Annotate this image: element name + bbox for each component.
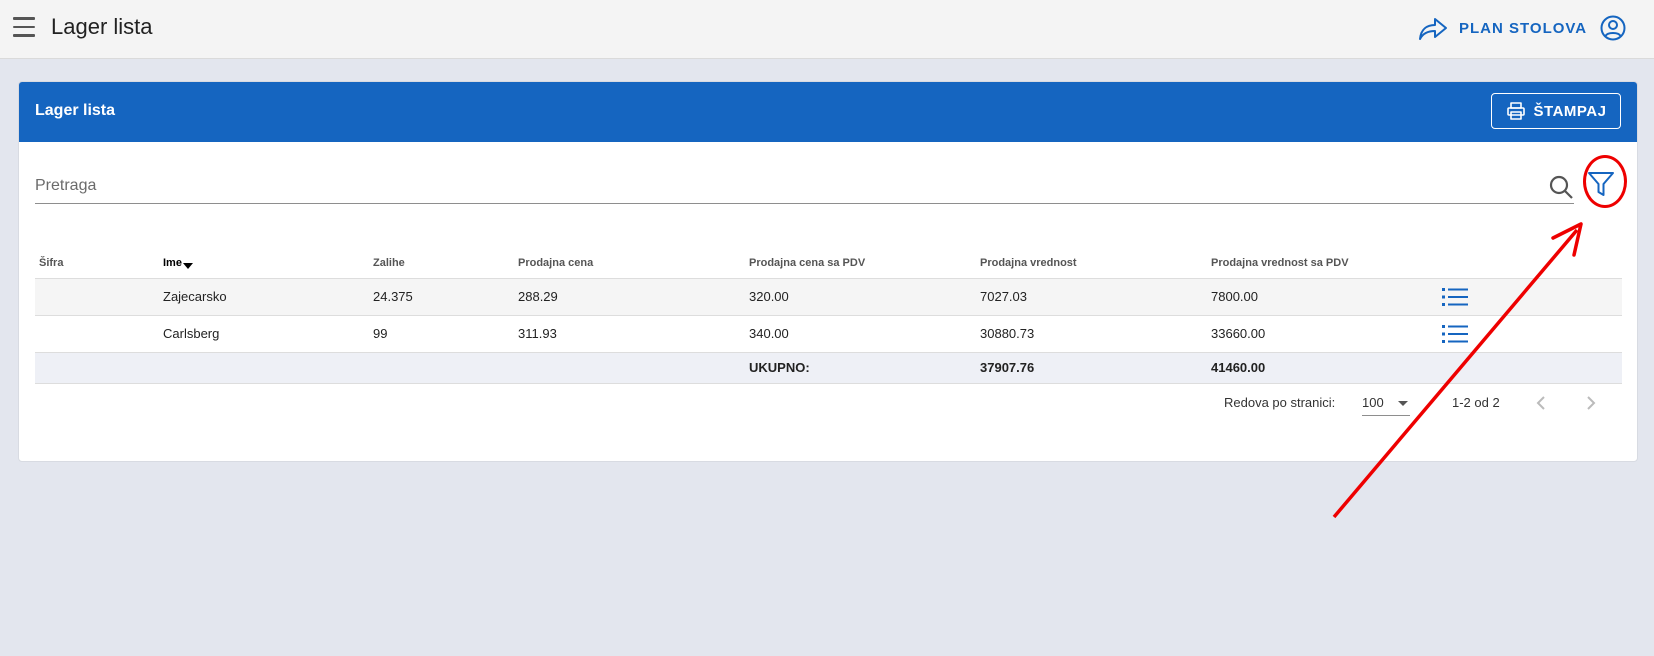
cell-vrednost: 7027.03 (976, 278, 1207, 316)
total-row: UKUPNO: 37907.76 41460.00 (35, 352, 1622, 384)
cell-sifra (35, 315, 159, 353)
cell-cena-pdv: 340.00 (745, 315, 976, 353)
cell-vrednost: 30880.73 (976, 315, 1207, 353)
sort-desc-icon (182, 262, 193, 269)
printer-icon (1506, 102, 1525, 120)
page-range: 1-2 od 2 (1452, 395, 1500, 410)
col-prodajna-vrednost-pdv[interactable]: Prodajna vrednost sa PDV (1207, 248, 1438, 279)
cell-zalihe: 99 (369, 315, 514, 353)
col-prodajna-vrednost[interactable]: Prodajna vrednost (976, 248, 1207, 279)
chevron-right-icon[interactable] (1579, 391, 1603, 415)
plan-stolova-button[interactable]: PLAN STOLOVA (1418, 13, 1587, 43)
search-field (35, 170, 1574, 204)
total-vrednost: 37907.76 (976, 352, 1207, 384)
caret-down-icon (1398, 401, 1408, 406)
cell-cena-pdv: 320.00 (745, 278, 976, 316)
table-header-row: Šifra Ime Zalihe Prodajna cena Prodajna … (35, 248, 1622, 279)
lager-table: Šifra Ime Zalihe Prodajna cena Prodajna … (35, 248, 1622, 384)
col-sifra[interactable]: Šifra (35, 248, 159, 279)
highlight-ring-annotation (1583, 155, 1627, 208)
card-header: Lager lista ŠTAMPAJ (19, 82, 1637, 142)
search-input[interactable] (35, 170, 1515, 202)
total-label: UKUPNO: (745, 352, 976, 384)
col-ime[interactable]: Ime (159, 248, 369, 279)
col-actions (1438, 248, 1622, 279)
menu-icon[interactable] (13, 17, 35, 37)
cell-vrednost-pdv: 7800.00 (1207, 278, 1438, 316)
chevron-left-icon[interactable] (1529, 391, 1553, 415)
print-button[interactable]: ŠTAMPAJ (1491, 93, 1621, 129)
cell-actions (1438, 278, 1622, 316)
account-icon[interactable] (1600, 15, 1626, 41)
rows-per-page-select[interactable]: 100 (1362, 390, 1410, 416)
card-title: Lager lista (35, 102, 116, 119)
col-prodajna-cena-pdv[interactable]: Prodajna cena sa PDV (745, 248, 976, 279)
list-icon[interactable] (1442, 324, 1468, 344)
plan-stolova-label: PLAN STOLOVA (1459, 19, 1588, 37)
pagination: Redova po stranici: 100 1-2 od 2 (19, 388, 1637, 418)
app-title: Lager lista (51, 14, 153, 39)
search-icon[interactable] (1548, 174, 1574, 200)
cell-vrednost-pdv: 33660.00 (1207, 315, 1438, 353)
cell-cena: 288.29 (514, 278, 745, 316)
lager-card: Lager lista ŠTAMPAJ Šifra Ime Zal (18, 81, 1638, 462)
rows-per-page-label: Redova po stranici: (1224, 395, 1336, 410)
total-vrednost-pdv: 41460.00 (1207, 352, 1438, 384)
cell-actions (1438, 315, 1622, 353)
table-row[interactable]: Zajecarsko 24.375 288.29 320.00 7027.03 … (35, 278, 1622, 316)
cell-sifra (35, 278, 159, 316)
col-zalihe[interactable]: Zalihe (369, 248, 514, 279)
cell-ime: Carlsberg (159, 315, 369, 353)
col-prodajna-cena[interactable]: Prodajna cena (514, 248, 745, 279)
cell-cena: 311.93 (514, 315, 745, 353)
rows-per-page-value: 100 (1362, 395, 1384, 410)
cell-zalihe: 24.375 (369, 278, 514, 316)
print-button-label: ŠTAMPAJ (1533, 102, 1607, 120)
top-app-bar: Lager lista PLAN STOLOVA (0, 0, 1654, 59)
list-icon[interactable] (1442, 287, 1468, 307)
col-ime-label: Ime (163, 256, 182, 269)
cell-ime: Zajecarsko (159, 278, 369, 316)
table-row[interactable]: Carlsberg 99 311.93 340.00 30880.73 3366… (35, 315, 1622, 353)
share-arrow-icon (1419, 18, 1447, 40)
